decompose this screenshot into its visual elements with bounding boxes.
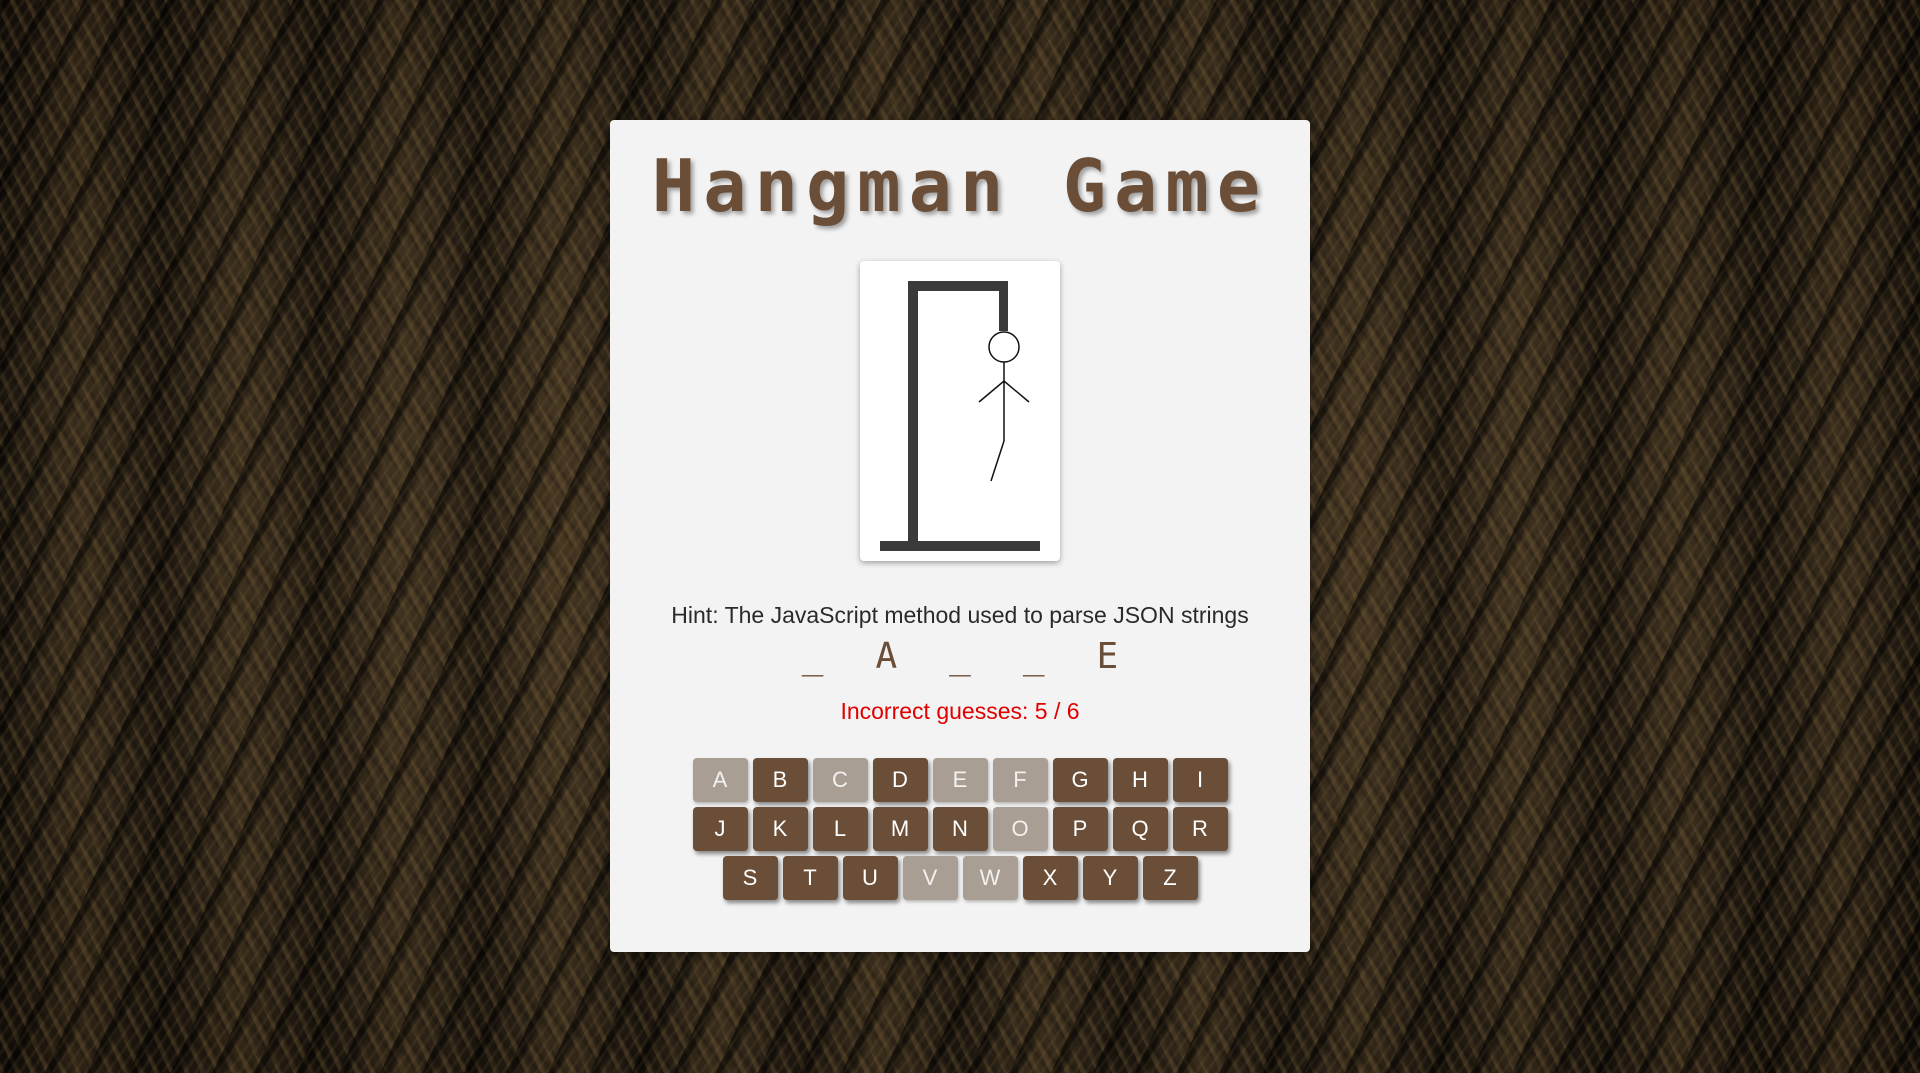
gallows-rope — [999, 281, 1008, 331]
word-letter: _ — [949, 636, 971, 677]
gallows-post — [908, 281, 918, 546]
gallows-beam — [908, 281, 1008, 291]
key-h[interactable]: H — [1112, 758, 1168, 802]
key-p[interactable]: P — [1052, 807, 1108, 851]
word-letter: _ — [1022, 636, 1045, 677]
word-letter: _ — [801, 636, 824, 677]
key-s[interactable]: S — [722, 856, 778, 900]
key-y[interactable]: Y — [1082, 856, 1138, 900]
key-m[interactable]: M — [872, 807, 928, 851]
key-u[interactable]: U — [842, 856, 898, 900]
gallows-base — [880, 541, 1040, 551]
figure-left-arm — [978, 380, 1005, 403]
figure-head — [988, 331, 1020, 363]
key-w[interactable]: W — [962, 856, 1018, 900]
figure-left-leg — [990, 440, 1005, 482]
hint-text: Hint: The JavaScript method used to pars… — [671, 602, 1249, 628]
gallows-icon — [880, 281, 1040, 551]
key-x[interactable]: X — [1022, 856, 1078, 900]
key-g[interactable]: G — [1052, 758, 1108, 802]
key-d[interactable]: D — [872, 758, 928, 802]
key-a[interactable]: A — [692, 758, 748, 802]
figure-right-arm — [1003, 380, 1030, 403]
key-r[interactable]: R — [1172, 807, 1228, 851]
key-b[interactable]: B — [752, 758, 808, 802]
key-o[interactable]: O — [992, 807, 1048, 851]
hangman-drawing — [860, 261, 1060, 561]
word-letter: E — [1096, 636, 1119, 677]
keyboard-row: A B C D E F G H I — [610, 758, 1310, 802]
key-t[interactable]: T — [782, 856, 838, 900]
game-card: Hangman Game Hint: The JavaScript method… — [610, 120, 1310, 952]
key-q[interactable]: Q — [1112, 807, 1168, 851]
key-i[interactable]: I — [1172, 758, 1228, 802]
word-letter: A — [875, 636, 898, 677]
keyboard-row: J K L M N O P Q R — [610, 807, 1310, 851]
key-k[interactable]: K — [752, 807, 808, 851]
game-title: Hangman Game — [651, 144, 1269, 228]
key-v[interactable]: V — [902, 856, 958, 900]
letter-keyboard: A B C D E F G H I J K L M N O P Q R S T … — [610, 758, 1310, 905]
key-n[interactable]: N — [932, 807, 988, 851]
keyboard-row: S T U V W X Y Z — [610, 856, 1310, 900]
key-f[interactable]: F — [992, 758, 1048, 802]
key-l[interactable]: L — [812, 807, 868, 851]
key-z[interactable]: Z — [1142, 856, 1198, 900]
key-c[interactable]: C — [812, 758, 868, 802]
incorrect-guesses: Incorrect guesses: 5 / 6 — [840, 698, 1080, 724]
key-e[interactable]: E — [932, 758, 988, 802]
word-display: _ A _ _ E — [610, 636, 1310, 677]
key-j[interactable]: J — [692, 807, 748, 851]
